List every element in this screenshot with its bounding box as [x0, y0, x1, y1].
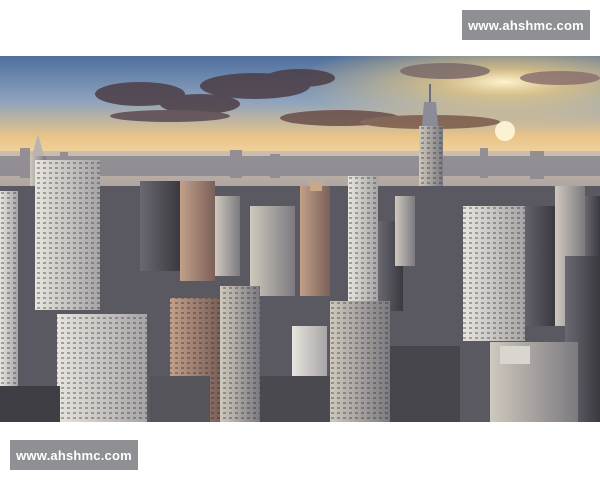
sun — [495, 121, 515, 141]
watermark-bottom: www.ahshmc.com — [10, 440, 138, 470]
city-skyline-photo — [0, 56, 600, 422]
watermark-top: www.ahshmc.com — [462, 10, 590, 40]
